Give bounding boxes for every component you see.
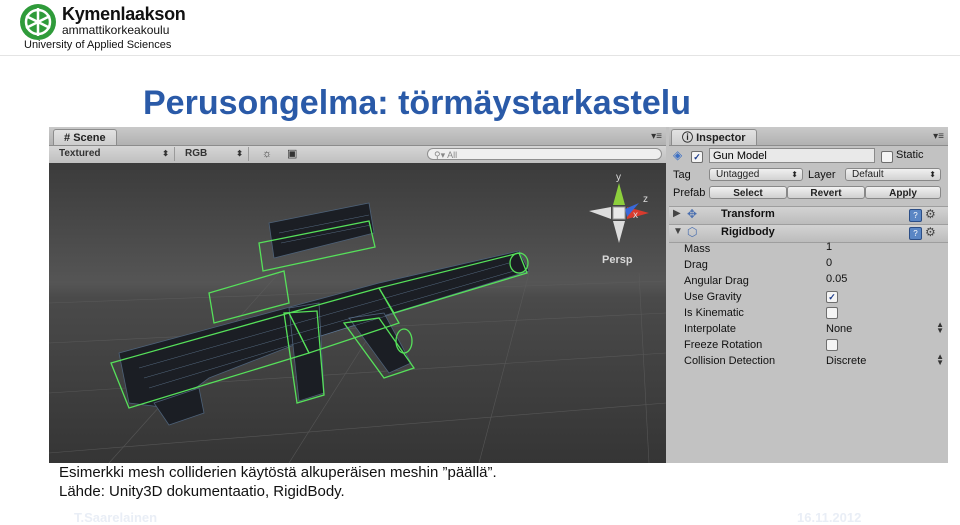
- drag-label: Drag: [684, 259, 708, 271]
- org-english-name: University of Applied Sciences: [24, 39, 172, 51]
- is-kinematic-checkbox[interactable]: [826, 307, 838, 319]
- collision-detection-dropdown[interactable]: Discrete: [826, 355, 866, 367]
- search-icon: ⚲▾: [434, 150, 448, 160]
- caption-line-2: Lähde: Unity3D dokumentaatio, RigidBody.: [59, 483, 345, 500]
- collapse-arrow-icon[interactable]: ▼: [673, 226, 683, 237]
- panel-menu-icon[interactable]: ▾≡: [651, 131, 662, 142]
- scene-tabbar: # Scene ▾≡: [49, 127, 666, 146]
- rigidbody-title: Rigidbody: [721, 226, 775, 238]
- dropdown-arrow-icon: ⬍: [236, 149, 243, 158]
- tag-value: Untagged: [716, 169, 760, 180]
- dropdown-arrow-icon: ⬍: [162, 149, 169, 158]
- unity-editor-screenshot: # Scene ▾≡ Textured ⬍ RGB ⬍ ☼ ▣ ⚲▾ All y…: [49, 127, 948, 463]
- dropdown-arrow-icon: ⬍: [791, 170, 798, 179]
- prefab-apply-button[interactable]: Apply: [865, 186, 941, 199]
- layer-dropdown[interactable]: Default ⬍: [845, 168, 941, 181]
- tab-inspector[interactable]: ⓘ Inspector: [671, 129, 757, 145]
- use-gravity-label: Use Gravity: [684, 291, 742, 303]
- scene-panel: # Scene ▾≡ Textured ⬍ RGB ⬍ ☼ ▣ ⚲▾ All y…: [49, 127, 666, 463]
- scene-render: y x z: [49, 172, 666, 463]
- active-checkbox[interactable]: ✓: [691, 151, 703, 163]
- help-icon[interactable]: ?: [909, 227, 922, 240]
- gear-icon[interactable]: ⚙: [925, 207, 936, 221]
- transform-component-header[interactable]: ▶ ✥ Transform ? ⚙: [669, 206, 948, 225]
- expand-arrow-icon[interactable]: ▶: [673, 208, 681, 219]
- scene-search-input[interactable]: ⚲▾ All: [427, 148, 662, 160]
- dropdown-arrow-icon: ⬍: [929, 170, 936, 179]
- org-name: Kymenlaakson: [62, 4, 186, 24]
- rigidbody-icon: ⬡: [687, 225, 698, 239]
- prefab-select-button[interactable]: Select: [709, 186, 787, 199]
- slide-title: Perusongelma: törmäystarkastelu: [143, 84, 691, 122]
- help-icon[interactable]: ?: [909, 209, 922, 222]
- layer-label: Layer: [808, 169, 836, 181]
- footer-date: 16.11.2012: [797, 510, 862, 525]
- prefab-label: Prefab: [673, 187, 706, 199]
- tab-scene-label: Scene: [73, 132, 106, 144]
- interpolate-dropdown[interactable]: None: [826, 323, 852, 335]
- grid-icon: #: [64, 132, 71, 144]
- panel-menu-icon[interactable]: ▾≡: [933, 131, 944, 142]
- lighting-toggle-icon[interactable]: ☼: [262, 147, 272, 161]
- angular-drag-field[interactable]: 0.05: [826, 273, 847, 285]
- transform-icon: ✥: [687, 207, 698, 221]
- render-mode-dropdown[interactable]: Textured ⬍: [53, 147, 175, 161]
- color-mode-value: RGB: [185, 148, 208, 159]
- image-toggle-icon[interactable]: ▣: [287, 147, 297, 161]
- drag-field[interactable]: 0: [826, 257, 832, 269]
- footer-author: T.Saarelainen: [74, 510, 158, 525]
- dropdown-arrow-icon[interactable]: ▲ ▼: [936, 353, 944, 367]
- tag-dropdown[interactable]: Untagged ⬍: [709, 168, 803, 181]
- tag-label: Tag: [673, 169, 691, 181]
- org-subtitle: ammattikorkeakoulu: [62, 23, 170, 37]
- static-checkbox[interactable]: [881, 151, 893, 163]
- logo-icon: [20, 4, 56, 40]
- scene-viewport[interactable]: y x z Persp: [49, 163, 666, 463]
- mass-label: Mass: [684, 243, 711, 255]
- header-divider: [0, 55, 960, 56]
- axis-gizmo: y x z: [589, 172, 649, 243]
- tab-inspector-label: Inspector: [696, 132, 746, 144]
- gizmo-y-label: y: [616, 172, 621, 183]
- color-mode-dropdown[interactable]: RGB ⬍: [179, 147, 249, 161]
- layer-value: Default: [852, 169, 884, 180]
- cube-icon: ◈: [673, 148, 683, 162]
- freeze-rotation-checkbox[interactable]: [826, 339, 838, 351]
- dropdown-arrow-icon[interactable]: ▲ ▼: [936, 321, 944, 335]
- render-mode-value: Textured: [59, 148, 101, 159]
- scene-toolbar: Textured ⬍ RGB ⬍ ☼ ▣ ⚲▾ All: [49, 146, 666, 164]
- mass-field[interactable]: 1: [826, 241, 832, 253]
- gear-icon[interactable]: ⚙: [925, 225, 936, 239]
- freeze-rotation-label: Freeze Rotation: [684, 339, 763, 351]
- collision-detection-label: Collision Detection: [684, 355, 776, 367]
- info-icon: ⓘ: [682, 132, 693, 144]
- angular-drag-label: Angular Drag: [684, 275, 749, 287]
- search-placeholder: All: [447, 150, 458, 160]
- rigidbody-component-header[interactable]: ▼ ⬡ Rigidbody ? ⚙: [669, 224, 948, 243]
- prefab-revert-button[interactable]: Revert: [787, 186, 865, 199]
- static-label: Static: [896, 149, 924, 161]
- is-kinematic-label: Is Kinematic: [684, 307, 744, 319]
- view-mode-label[interactable]: Persp: [602, 254, 633, 266]
- tab-scene[interactable]: # Scene: [53, 129, 117, 145]
- inspector-tabbar: ⓘ Inspector ▾≡: [669, 127, 948, 146]
- caption-line-1: Esimerkki mesh colliderien käytöstä alku…: [59, 464, 497, 481]
- gizmo-x-label: x: [633, 210, 638, 221]
- use-gravity-checkbox[interactable]: ✓: [826, 291, 838, 303]
- object-name-field[interactable]: Gun Model: [709, 148, 875, 163]
- transform-title: Transform: [721, 208, 775, 220]
- inspector-panel: ⓘ Inspector ▾≡ ◈ ✓ Gun Model Static Tag …: [669, 127, 948, 463]
- interpolate-label: Interpolate: [684, 323, 736, 335]
- gizmo-z-label: z: [643, 194, 648, 205]
